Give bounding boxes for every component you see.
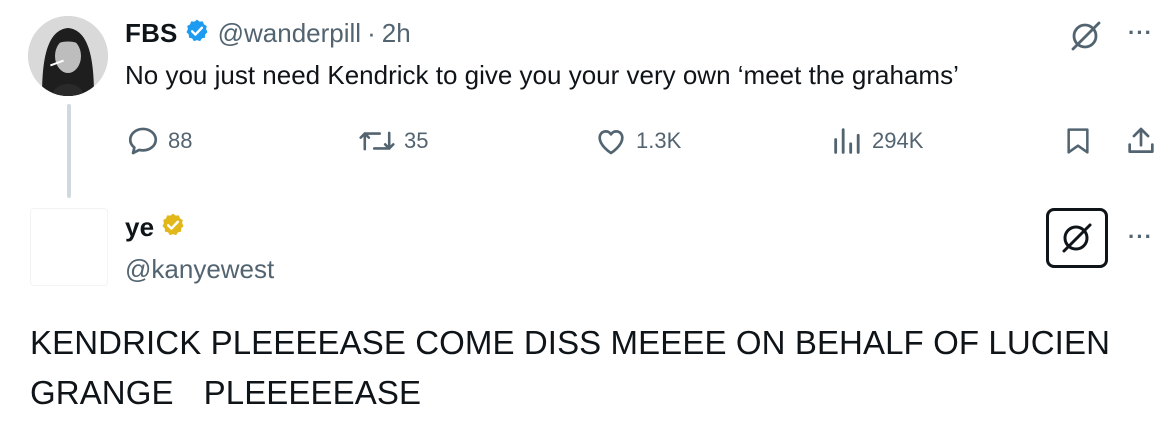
verified-badge-icon <box>184 18 210 49</box>
grok-icon <box>1062 223 1092 253</box>
verified-gold-badge-icon <box>160 212 186 243</box>
avatar-ye[interactable] <box>30 208 108 286</box>
repost-button[interactable]: 35 <box>358 124 428 158</box>
tweet-text: No you just need Kendrick to give you yo… <box>125 60 959 90</box>
tweet-text-word-please: PLEEEEEASE <box>203 374 422 411</box>
tweet1-action-bar: 88 35 1.3K 294K <box>0 124 1174 164</box>
tweet1-header: FBS @wanderpill · 2h <box>125 18 411 49</box>
views-button[interactable]: 294K <box>830 124 923 158</box>
reply-count: 88 <box>168 128 193 153</box>
tweet-text-word-grange: GRANGE <box>30 374 174 411</box>
avatar-fbs[interactable] <box>28 16 108 96</box>
display-name[interactable]: FBS <box>125 18 178 49</box>
bookmark-icon <box>1067 128 1089 154</box>
view-count: 294K <box>872 128 924 153</box>
separator-dot: · <box>367 18 376 48</box>
share-button[interactable] <box>1124 124 1166 158</box>
reply-button[interactable]: 88 <box>126 124 192 158</box>
reply-icon <box>128 127 158 155</box>
repost-count: 35 <box>404 128 429 153</box>
share-icon <box>1128 127 1154 153</box>
tweet-text-line-1: KENDRICK PLEEEEASE COME DISS MEEEE ON BE… <box>30 324 1110 361</box>
tweet-text: KENDRICK PLEEEEASE COME DISS MEEEE ON BE… <box>30 318 1130 418</box>
tweet2-handle-row: @kanyewest <box>125 254 274 285</box>
tweet2-name-row: ye <box>125 212 186 243</box>
display-name[interactable]: ye <box>125 212 154 243</box>
grok-icon[interactable] <box>1066 16 1106 56</box>
like-count: 1.3K <box>636 128 682 153</box>
more-options-icon[interactable]: ··· <box>1128 224 1153 250</box>
handle[interactable]: @wanderpill <box>218 18 361 49</box>
more-options-icon[interactable]: ··· <box>1128 20 1153 46</box>
tweet-text-line-2: GRANGE PLEEEEEASE <box>30 368 1130 418</box>
handle[interactable]: @kanyewest <box>125 254 274 285</box>
repost-icon <box>359 131 395 151</box>
views-icon <box>834 128 860 154</box>
bookmark-button[interactable] <box>1062 124 1102 158</box>
grok-button[interactable] <box>1046 208 1108 268</box>
timestamp[interactable]: 2h <box>382 18 411 49</box>
heart-icon <box>598 130 624 155</box>
like-button[interactable]: 1.3K <box>594 124 681 158</box>
